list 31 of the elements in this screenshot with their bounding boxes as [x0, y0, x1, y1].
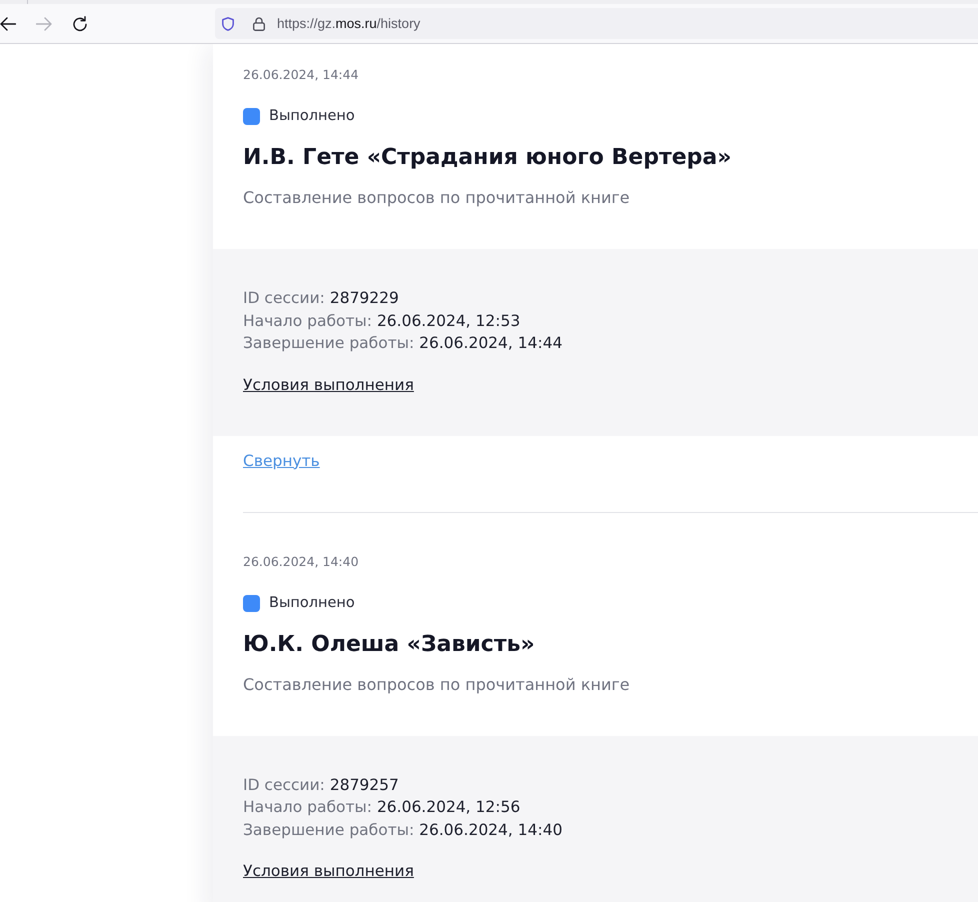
status-label: Выполнено	[269, 108, 355, 125]
reload-button[interactable]	[72, 16, 88, 32]
conditions-link[interactable]: Условия выполнения	[243, 374, 414, 396]
info-value: 26.06.2024, 12:56	[376, 798, 520, 816]
entry-title: И.В. Гете «Страдания юного Вертера»	[243, 144, 732, 172]
url-text: https://gz.mos.ru/history	[277, 16, 420, 31]
entry-subtitle: Составление вопросов по прочитанной книге	[243, 187, 631, 209]
entry-date: 26.06.2024, 14:40	[243, 552, 360, 570]
info-label: Завершение работы:	[243, 334, 414, 352]
left-arrow-icon	[0, 16, 16, 32]
info-label: ID сессии:	[243, 776, 325, 794]
back-button[interactable]	[0, 16, 16, 32]
status-label: Выполнено	[269, 594, 355, 612]
info-value: 26.06.2024, 12:53	[376, 312, 520, 330]
info-value: 2879257	[330, 776, 399, 794]
info-label: Завершение работы:	[243, 820, 414, 838]
info-label: Начало работы:	[243, 312, 372, 330]
info-value: 26.06.2024, 14:40	[419, 820, 562, 838]
shield-icon[interactable]	[222, 16, 234, 30]
entry-title: Ю.К. Олеша «Зависть»	[243, 630, 536, 658]
info-value: 2879229	[330, 289, 399, 307]
info-label: Начало работы:	[243, 798, 372, 816]
address-bar[interactable]: https://gz.mos.ru/history	[215, 8, 978, 39]
lock-icon[interactable]	[253, 16, 265, 30]
conditions-link[interactable]: Условия выполнения	[243, 860, 414, 882]
entry-date: 26.06.2024, 14:44	[243, 66, 360, 84]
right-arrow-icon	[36, 16, 52, 32]
reload-icon	[72, 16, 88, 32]
info-value: 26.06.2024, 14:44	[419, 334, 562, 352]
entry-subtitle: Составление вопросов по прочитанной книге	[243, 674, 631, 696]
info-label: ID сессии:	[243, 289, 325, 307]
